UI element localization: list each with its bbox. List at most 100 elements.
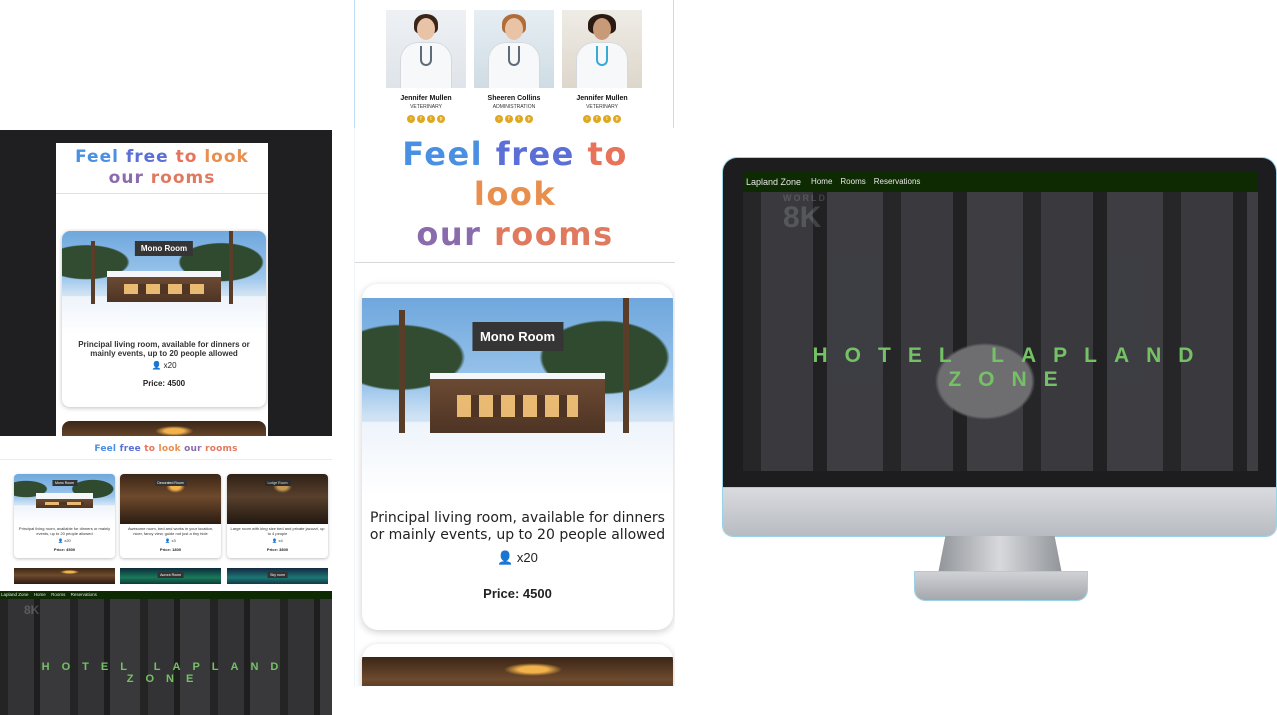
nav-rooms[interactable]: Rooms bbox=[51, 592, 65, 597]
capacity-value: x3 bbox=[171, 537, 176, 543]
room-name-tag: Aurora Room bbox=[157, 572, 184, 578]
grid-room-card[interactable]: Lodge Room Large room with king size bed… bbox=[227, 474, 328, 558]
facebook-icon[interactable]: f bbox=[505, 115, 513, 123]
room-card-next[interactable] bbox=[362, 644, 673, 686]
room-photo: Mono Room bbox=[362, 298, 673, 496]
title-word: our bbox=[108, 168, 144, 189]
room-photo bbox=[362, 657, 673, 686]
person-icon: 👤 bbox=[272, 537, 278, 543]
title-word: rooms bbox=[150, 168, 216, 189]
member-photo bbox=[474, 10, 554, 88]
watermark-logo: 8K bbox=[24, 603, 40, 617]
hero-title: HOTEL LAPLAND ZONE bbox=[41, 661, 291, 685]
mobile-preview-rooms: Feel free to look our rooms Mono Room Pr… bbox=[0, 130, 332, 436]
nav-rooms[interactable]: Rooms bbox=[840, 172, 865, 192]
pinterest-icon[interactable]: p bbox=[437, 115, 445, 123]
title-word: look bbox=[158, 444, 181, 454]
member-name: Jennifer Mullen bbox=[576, 95, 628, 102]
room-description: Principal living room, available for din… bbox=[369, 510, 666, 543]
room-name-tag: Decorated Room bbox=[154, 480, 187, 486]
twitter-icon[interactable]: t bbox=[603, 115, 611, 123]
member-role: VETERINARY bbox=[410, 104, 442, 110]
member-name: Sheeren Collins bbox=[487, 95, 541, 102]
grid-room-card[interactable]: Decorated Room Awesome room, bed and wor… bbox=[120, 474, 221, 558]
person-icon: 👤 bbox=[58, 537, 64, 543]
hero-section: Lapland Zone Home Rooms Reservations WOR… bbox=[743, 172, 1258, 471]
person-icon: 👤 bbox=[151, 361, 162, 371]
person-icon: 👤 bbox=[497, 549, 514, 565]
room-capacity: 👤 x20 bbox=[62, 361, 266, 370]
nav-home[interactable]: Home bbox=[811, 172, 832, 192]
instagram-icon[interactable]: ○ bbox=[407, 115, 415, 123]
team-member-card: Jennifer Mullen VETERINARY ○ f t p bbox=[386, 10, 466, 123]
brand-link[interactable]: Lapland Zone bbox=[1, 592, 29, 597]
facebook-icon[interactable]: f bbox=[593, 115, 601, 123]
title-word: our bbox=[184, 444, 202, 454]
room-capacity: 👤 x4 bbox=[227, 538, 328, 543]
social-links: ○ f t p bbox=[386, 115, 466, 123]
room-name-tag: Mono Room bbox=[51, 480, 78, 486]
social-links: ○ f t p bbox=[562, 115, 642, 123]
divider bbox=[355, 262, 675, 263]
social-links: ○ f t p bbox=[474, 115, 554, 123]
room-card-next[interactable] bbox=[62, 421, 266, 436]
nav-reservations[interactable]: Reservations bbox=[71, 592, 97, 597]
room-description: Awesome room, bed and works in your loca… bbox=[127, 526, 214, 536]
team-member-card: Sheeren Collins ADMINISTRATION ○ f t p bbox=[474, 10, 554, 123]
title-word: to bbox=[587, 135, 628, 173]
title-word: free bbox=[125, 147, 169, 167]
member-role: VETERINARY bbox=[586, 104, 618, 110]
room-photo: Mono Room bbox=[14, 474, 115, 524]
monitor-stand bbox=[937, 536, 1063, 576]
twitter-icon[interactable]: t bbox=[515, 115, 523, 123]
title-word: look bbox=[473, 175, 557, 213]
member-photo bbox=[562, 10, 642, 88]
room-description: Large room with king size bed and privat… bbox=[230, 526, 325, 536]
nav-reservations[interactable]: Reservations bbox=[874, 172, 921, 192]
room-price: Price: 1800 bbox=[159, 546, 182, 552]
capacity-value: x4 bbox=[278, 537, 283, 543]
grid-room-card-row2[interactable]: Aurora Room bbox=[120, 568, 221, 584]
imac-mockup: Lapland Zone Home Rooms Reservations WOR… bbox=[723, 158, 1276, 600]
mobile-screen: Feel free to look our rooms Mono Room Pr… bbox=[56, 143, 268, 436]
hero-title: HOTEL LAPLAND ZONE bbox=[812, 344, 1211, 391]
desktop-preview-rooms-grid: Feel free to look our rooms Mono Room Pr… bbox=[0, 436, 332, 584]
room-card[interactable]: Mono Room Principal living room, availab… bbox=[62, 231, 266, 407]
instagram-icon[interactable]: ○ bbox=[495, 115, 503, 123]
brand-link[interactable]: Lapland Zone bbox=[746, 172, 801, 192]
divider bbox=[56, 192, 268, 194]
member-photo bbox=[386, 10, 466, 88]
title-word: to bbox=[144, 444, 156, 454]
watermark-logo-main: 8K bbox=[783, 201, 822, 234]
title-word: Feel bbox=[402, 135, 484, 173]
nav-home[interactable]: Home bbox=[34, 592, 46, 597]
twitter-icon[interactable]: t bbox=[427, 115, 435, 123]
room-description: Principal living room, available for din… bbox=[18, 526, 111, 536]
capacity-value: x20 bbox=[516, 549, 538, 565]
hero-preview-small: Lapland Zone Home Rooms Reservations 8K … bbox=[0, 591, 332, 715]
navbar: Lapland Zone Home Rooms Reservations bbox=[0, 591, 332, 599]
pinterest-icon[interactable]: p bbox=[525, 115, 533, 123]
title-word: our bbox=[416, 215, 482, 253]
pinterest-icon[interactable]: p bbox=[613, 115, 621, 123]
instagram-icon[interactable]: ○ bbox=[583, 115, 591, 123]
title-word: Feel bbox=[94, 444, 117, 454]
room-capacity: 👤 x3 bbox=[120, 538, 221, 543]
facebook-icon[interactable]: f bbox=[417, 115, 425, 123]
room-photo: Mono Room bbox=[62, 231, 266, 335]
title-word: to bbox=[175, 147, 198, 167]
room-description: Principal living room, available for din… bbox=[78, 340, 250, 359]
room-photo: Lodge Room bbox=[227, 474, 328, 524]
person-icon: 👤 bbox=[165, 537, 171, 543]
grid-room-card-row2[interactable]: Sky room bbox=[227, 568, 328, 584]
room-capacity: 👤 x20 bbox=[362, 550, 673, 566]
room-price: Price: 4500 bbox=[53, 546, 76, 552]
grid-room-card-row2[interactable] bbox=[14, 568, 115, 584]
title-word: free bbox=[495, 135, 575, 173]
capacity-value: x20 bbox=[163, 361, 177, 371]
room-card[interactable]: Mono Room Principal living room, availab… bbox=[362, 284, 673, 630]
member-role: ADMINISTRATION bbox=[492, 104, 536, 110]
rooms-section-title-inline: Feel free to look our rooms bbox=[0, 444, 332, 455]
grid-room-card[interactable]: Mono Room Principal living room, availab… bbox=[14, 474, 115, 558]
member-name: Jennifer Mullen bbox=[400, 95, 452, 102]
